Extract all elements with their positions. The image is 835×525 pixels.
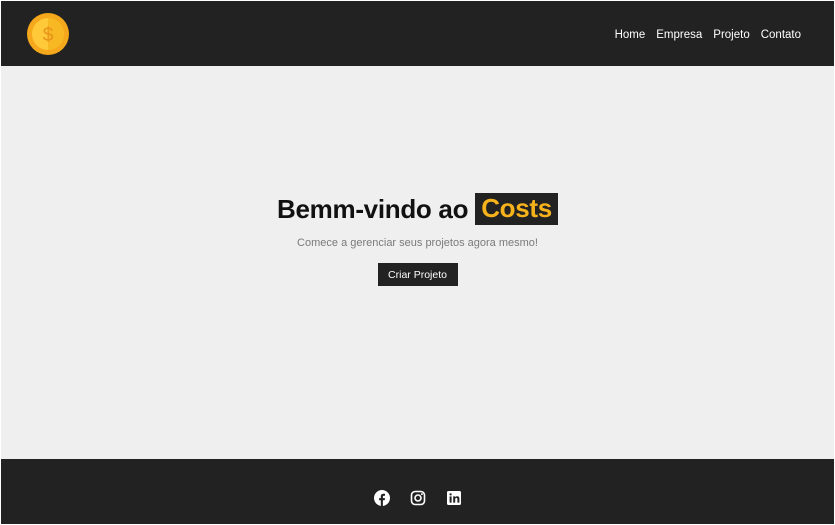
- brand-highlight: Costs: [475, 193, 558, 225]
- instagram-link[interactable]: [410, 490, 426, 506]
- facebook-link[interactable]: [373, 489, 390, 506]
- footer: [1, 459, 834, 524]
- linkedin-icon: [446, 490, 461, 505]
- facebook-icon: [373, 489, 390, 506]
- create-project-button[interactable]: Criar Projeto: [377, 263, 458, 286]
- nav-item-projeto: Projeto: [713, 25, 749, 43]
- dollar-coin-icon: $: [27, 12, 69, 55]
- nav-item-contato: Contato: [761, 25, 801, 43]
- navbar: $ Home Empresa Projeto Contato: [1, 1, 834, 66]
- page-title: Bemm-vindo ao Costs: [277, 193, 558, 225]
- nav-link-projeto[interactable]: Projeto: [713, 29, 749, 41]
- social-links: [373, 489, 462, 506]
- nav-link-empresa[interactable]: Empresa: [656, 29, 702, 41]
- page: $ Home Empresa Projeto Contato Bemm-vind…: [1, 1, 834, 524]
- logo-link[interactable]: $: [26, 12, 70, 56]
- hero-section: Bemm-vindo ao Costs Comece a gerenciar s…: [1, 66, 834, 459]
- title-prefix: Bemm-vindo ao: [277, 193, 469, 224]
- nav-link-home[interactable]: Home: [615, 29, 646, 41]
- nav-item-empresa: Empresa: [656, 25, 702, 43]
- nav-menu: Home Empresa Projeto Contato: [615, 25, 801, 43]
- nav-link-contato[interactable]: Contato: [761, 29, 801, 41]
- instagram-icon: [410, 490, 425, 505]
- linkedin-link[interactable]: [446, 490, 462, 506]
- nav-item-home: Home: [615, 25, 646, 43]
- hero-subtitle: Comece a gerenciar seus projetos agora m…: [297, 237, 538, 249]
- svg-text:$: $: [43, 25, 54, 46]
